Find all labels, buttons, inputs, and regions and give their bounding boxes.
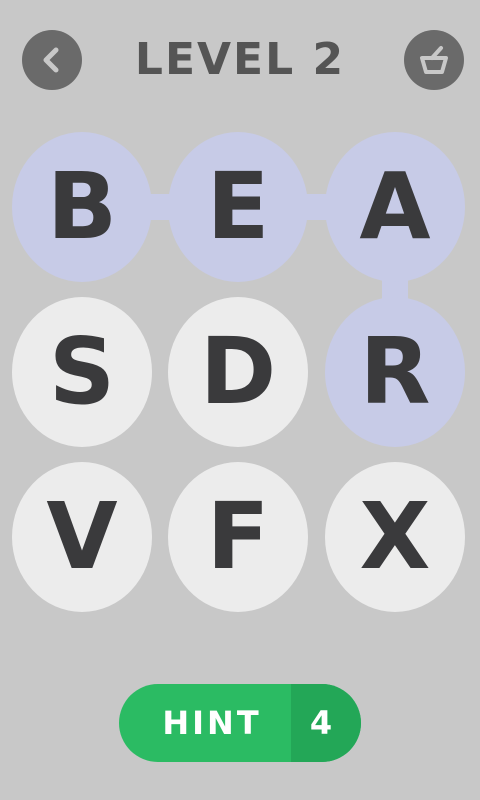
- letter-tile[interactable]: E: [168, 132, 308, 282]
- game-screen: LEVEL 2 B E A S D R V F X HINT 4: [0, 0, 480, 800]
- hint-button[interactable]: HINT 4: [119, 684, 361, 762]
- tile-letter: B: [46, 153, 118, 260]
- letter-tile[interactable]: X: [325, 462, 465, 612]
- tile-letter: S: [48, 318, 116, 425]
- tile-letter: V: [46, 483, 118, 590]
- tile-letter: E: [206, 153, 270, 260]
- letter-tile[interactable]: B: [12, 132, 152, 282]
- tile-letter: A: [359, 153, 431, 260]
- hint-count-badge: 4: [291, 684, 361, 762]
- letter-tile[interactable]: S: [12, 297, 152, 447]
- tile-letter: X: [359, 483, 431, 590]
- letter-grid: B E A S D R V F X: [0, 0, 480, 640]
- letter-tile[interactable]: R: [325, 297, 465, 447]
- letter-tile[interactable]: D: [168, 297, 308, 447]
- hint-label: HINT: [162, 704, 262, 742]
- letter-tile[interactable]: A: [325, 132, 465, 282]
- letter-tile[interactable]: V: [12, 462, 152, 612]
- hint-count: 4: [309, 704, 333, 742]
- tile-letter: R: [359, 318, 431, 425]
- tile-letter: D: [199, 318, 277, 425]
- tile-letter: F: [206, 483, 270, 590]
- letter-tile[interactable]: F: [168, 462, 308, 612]
